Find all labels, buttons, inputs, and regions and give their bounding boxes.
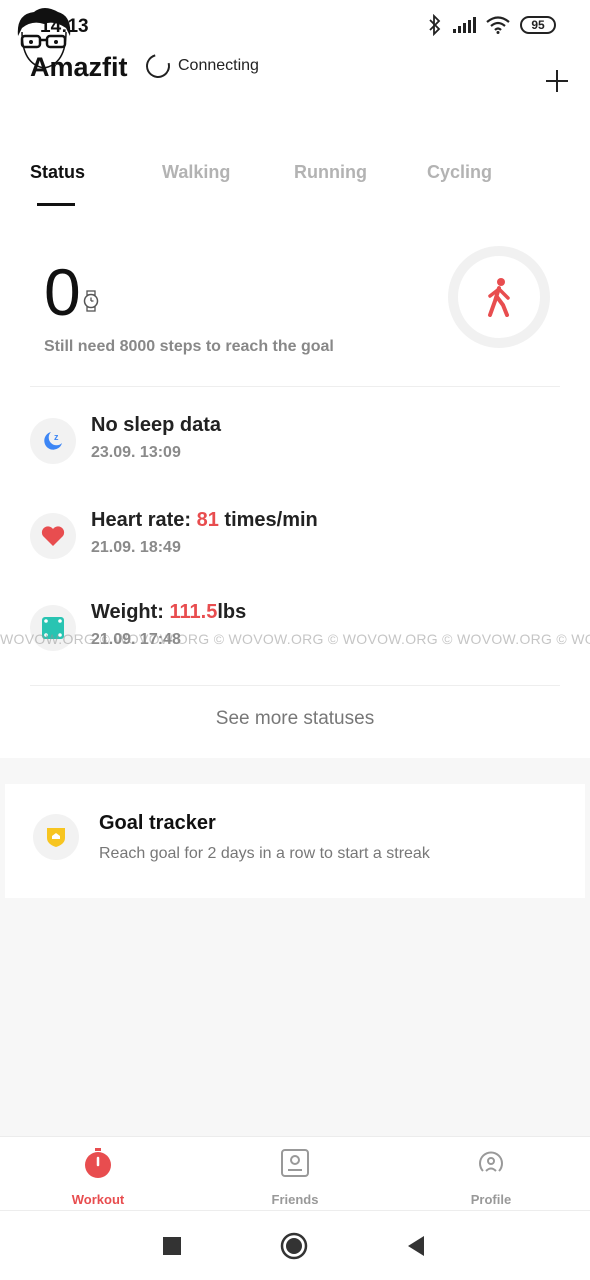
heart-rate-unit: times/min [218, 509, 318, 531]
home-circle-icon [280, 1232, 308, 1260]
sleep-icon-badge: z [30, 418, 76, 464]
sleep-title: No sleep data [91, 414, 222, 436]
divider [30, 685, 560, 686]
weight-label: Weight: [91, 601, 170, 623]
system-navigation-bar [0, 1210, 590, 1280]
status-card: 0 Still need 8000 steps to reach the goa… [0, 228, 590, 758]
recents-button[interactable] [157, 1231, 187, 1261]
sleep-date: 23.09. 13:09 [91, 444, 181, 461]
sleep-moon-icon: z [44, 432, 62, 450]
friends-icon [281, 1149, 309, 1177]
tab-running[interactable]: Running [294, 162, 367, 183]
weight-title: Weight: 111.5lbs [91, 601, 246, 624]
wifi-icon [486, 16, 510, 34]
connection-status[interactable]: Connecting [141, 49, 259, 83]
divider [30, 386, 560, 387]
tab-walking[interactable]: Walking [162, 162, 230, 183]
heart-icon [41, 526, 65, 546]
goal-tracker-subtitle: Reach goal for 2 days in a row to start … [99, 845, 430, 862]
see-more-statuses-link[interactable]: See more statuses [0, 708, 590, 730]
app-header: Amazfit Connecting [0, 8, 590, 136]
battery-level: 95 [531, 18, 545, 32]
bluetooth-icon [429, 14, 441, 36]
heart-rate-value: 81 [196, 509, 219, 531]
nav-profile[interactable]: Profile [431, 1147, 551, 1207]
app-screen: 14:13 95 Amazfit Connecting Status Walki… [0, 0, 590, 1280]
tab-status[interactable]: Status [30, 162, 85, 183]
back-button[interactable] [401, 1231, 431, 1261]
tab-cycling[interactable]: Cycling [427, 162, 492, 183]
back-triangle-icon [408, 1236, 424, 1256]
home-button[interactable] [279, 1231, 309, 1261]
steps-goal-hint: Still need 8000 steps to reach the goal [44, 338, 334, 355]
signal-icon [453, 17, 476, 33]
goal-tracker-card[interactable]: Goal tracker Reach goal for 2 days in a … [5, 784, 585, 898]
nav-friends[interactable]: Friends [235, 1147, 355, 1207]
add-button[interactable] [542, 66, 572, 96]
goal-icon-badge [33, 814, 79, 860]
connection-status-label: Connecting [178, 57, 259, 74]
loading-spinner-icon [141, 49, 175, 83]
bottom-navigation: Workout Friends Profile [0, 1136, 590, 1210]
battery-indicator: 95 [520, 16, 556, 34]
app-title: Amazfit [30, 52, 128, 82]
heart-rate-row[interactable]: Heart rate: 81 times/min 21.09. 18:49 [0, 509, 590, 593]
watch-icon [83, 290, 99, 312]
sleep-status-row[interactable]: z No sleep data 23.09. 13:09 [0, 414, 590, 498]
weight-value: 111.5 [169, 601, 218, 623]
step-count: 0 [44, 255, 81, 329]
weight-unit: lbs [217, 601, 247, 623]
svg-text:z: z [54, 432, 59, 442]
goal-tracker-title: Goal tracker [99, 812, 216, 834]
system-status-bar: 14:13 95 [0, 0, 590, 52]
watermark-text: WOVOW.ORG © WOVOW.ORG © WOVOW.ORG © WOVO… [0, 631, 590, 647]
nav-workout-label: Workout [71, 1192, 125, 1207]
nav-friends-label: Friends [271, 1192, 319, 1207]
nav-workout[interactable]: Workout [38, 1147, 158, 1207]
activity-tabs: Status Walking Running Cycling [0, 136, 590, 228]
walking-person-icon [488, 278, 510, 317]
heart-icon-badge [30, 513, 76, 559]
heart-rate-title: Heart rate: 81 times/min [91, 509, 318, 532]
square-icon [163, 1237, 181, 1255]
status-icons: 95 [428, 14, 556, 36]
shield-badge-icon [47, 828, 65, 847]
profile-icon [479, 1151, 503, 1172]
heart-rate-label: Heart rate: [91, 509, 197, 531]
nav-profile-label: Profile [470, 1192, 512, 1207]
heart-rate-date: 21.09. 18:49 [91, 539, 181, 556]
stopwatch-icon [85, 1148, 111, 1178]
step-progress-ring[interactable] [448, 246, 550, 348]
active-tab-indicator [37, 203, 75, 206]
